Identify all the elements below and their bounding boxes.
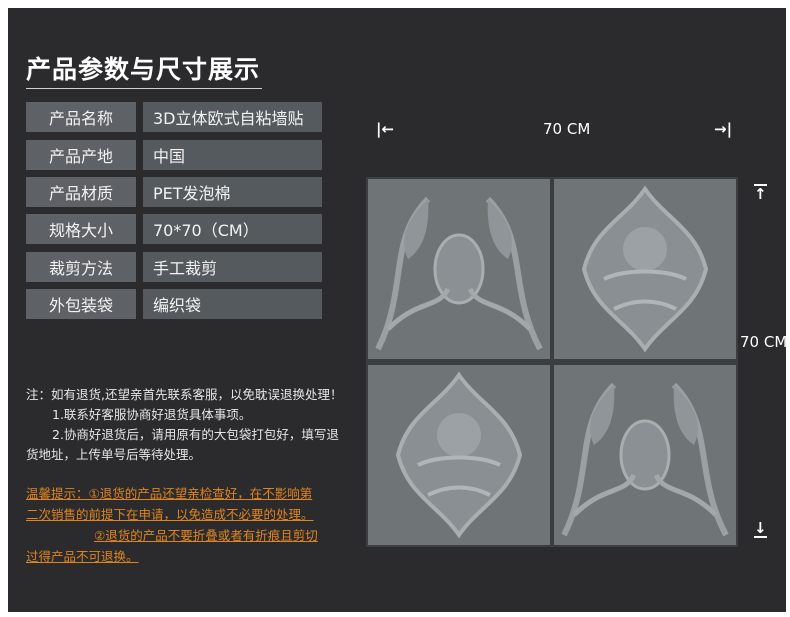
tile-bottom-right bbox=[554, 365, 736, 545]
left-bound-arrow-icon: |← bbox=[376, 120, 395, 138]
tile-top-right bbox=[554, 179, 736, 359]
spec-label: 产品产地 bbox=[26, 140, 136, 170]
damask-pattern-icon bbox=[395, 371, 523, 539]
spec-value: 编织袋 bbox=[143, 289, 322, 319]
return-notes: 注：如有退货,还望亲首先联系客服，以免耽误退换处理！ 1.联系好客服协商好退货具… bbox=[26, 385, 361, 465]
page-title: 产品参数与尺寸展示 bbox=[26, 55, 261, 84]
width-dimension: 70 CM bbox=[543, 120, 591, 138]
spec-value: 中国 bbox=[143, 140, 322, 170]
spec-label: 裁剪方法 bbox=[26, 252, 136, 282]
spec-value: 3D立体欧式自粘墙贴 bbox=[143, 102, 322, 132]
right-bound-arrow-icon: →| bbox=[714, 120, 733, 138]
damask-pattern-icon bbox=[581, 185, 709, 353]
spec-label: 产品材质 bbox=[26, 177, 136, 207]
note-line: 1.联系好客服协商好退货具体事项。 bbox=[52, 407, 252, 422]
note-line: 注：如有退货,还望亲首先联系客服，以免耽误退换处理！ bbox=[26, 387, 343, 402]
spec-value: PET发泡棉 bbox=[143, 177, 322, 207]
spec-label: 规格大小 bbox=[26, 214, 136, 244]
warning-line: ②退货的产品不要折叠或者有折痕且剪切 bbox=[94, 528, 318, 543]
damask-pattern-icon bbox=[375, 196, 543, 351]
title-underline bbox=[26, 88, 262, 89]
warning-line: 二次销售的前提下在申请，以免造成不必要的处理。 bbox=[26, 507, 314, 522]
wall-sticker-image bbox=[366, 177, 738, 547]
top-bound-arrow-icon: ↑ bbox=[754, 184, 767, 203]
spec-label: 外包装袋 bbox=[26, 289, 136, 319]
note-line: 货地址，上传单号后等待处理。 bbox=[26, 447, 202, 462]
bottom-bound-arrow-icon: ↓ bbox=[754, 519, 767, 538]
spec-value: 70*70（CM） bbox=[143, 214, 322, 244]
warning-notice: 温馨提示：①退货的产品还望亲检查好，在不影响第 二次销售的前提下在申请，以免造成… bbox=[26, 483, 356, 567]
warning-line: 温馨提示：①退货的产品还望亲检查好，在不影响第 bbox=[26, 486, 313, 501]
damask-pattern-icon bbox=[561, 382, 729, 537]
tile-bottom-left bbox=[368, 365, 550, 545]
warning-line: 过得产品不可退换。 bbox=[26, 549, 139, 564]
tile-top-left bbox=[368, 179, 550, 359]
spec-value: 手工裁剪 bbox=[143, 252, 322, 282]
height-dimension: 70 CM bbox=[740, 333, 788, 351]
note-line: 2.协商好退货后，请用原有的大包袋打包好，填写退 bbox=[52, 427, 339, 442]
spec-label: 产品名称 bbox=[26, 102, 136, 132]
